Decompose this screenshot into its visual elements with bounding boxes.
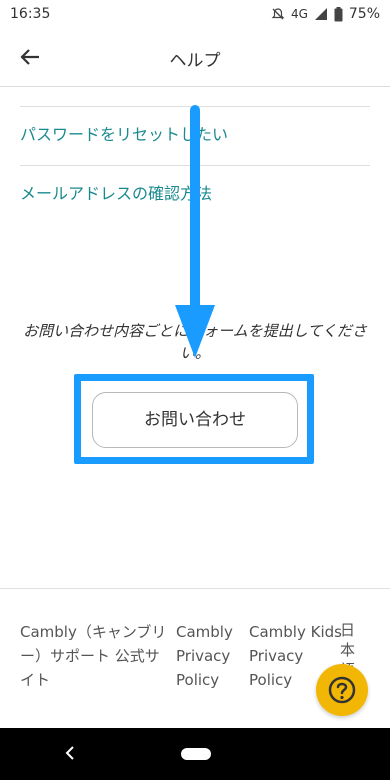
list-item-reset-password[interactable]: パスワードをリセットしたい [20,107,370,166]
footer-text: 日 [340,621,356,639]
nav-home-button[interactable] [181,748,211,760]
footer-text: Policy [176,671,220,689]
battery-icon [334,6,343,21]
app-bar: ヘルプ [0,28,390,87]
footer-text: 本 [340,641,356,659]
footer-divider [0,588,390,589]
help-list: パスワードをリセットしたい メールアドレスの確認方法 [20,106,370,224]
system-nav-bar [0,728,390,780]
network-label: 4G [290,7,308,21]
contact-hint-text: お問い合わせ内容ごとにフォームを提出してください。 [23,322,367,362]
help-button[interactable] [316,664,368,716]
contact-button[interactable]: お問い合わせ [92,392,298,448]
footer-text: Privacy [176,647,231,665]
footer-support-site-link[interactable]: Cambly（キャンブリ ー）サポート 公式サ イト [20,620,166,692]
footer-text: Cambly（キャンブリ [20,623,167,641]
page-title: ヘルプ [169,51,221,71]
battery-percent: 75% [348,6,380,22]
footer-text: ー）サポート 公式サ [20,647,160,665]
list-item-email-confirmation[interactable]: メールアドレスの確認方法 [20,166,370,224]
footer-text: Privacy [249,647,304,665]
footer-text: イト [20,671,51,689]
status-icons: 4G 75% [271,6,380,22]
status-time: 16:35 [10,6,51,22]
nav-back-button[interactable] [64,742,76,766]
question-mark-icon [328,676,356,704]
chevron-left-icon [65,746,74,760]
footer-text: Cambly [176,623,233,641]
footer-text: Cambly Kids [249,623,342,641]
footer-privacy-policy-link[interactable]: Cambly Privacy Policy [176,620,233,692]
signal-icon [314,8,327,20]
status-bar: 16:35 4G 75% [0,0,390,28]
mute-icon [271,8,285,20]
